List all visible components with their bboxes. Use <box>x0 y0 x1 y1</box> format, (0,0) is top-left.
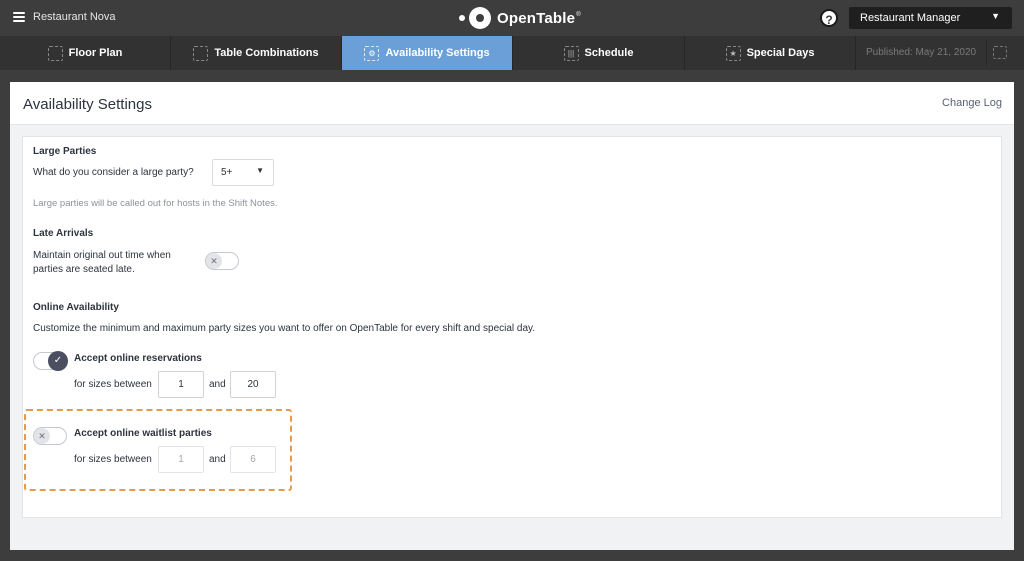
page-header: Availability Settings Change Log <box>10 82 1014 125</box>
tab-label: Table Combinations <box>214 47 319 59</box>
top-bar: Restaurant Nova OpenTable ® ? Restaurant… <box>0 0 1024 36</box>
table-combinations-icon <box>193 45 209 61</box>
schedule-icon: ||| <box>563 45 579 61</box>
large-party-hint: Large parties will be called out for hos… <box>33 198 278 209</box>
published-date: Published: May 21, 2020 <box>866 47 977 58</box>
online-waitlist-label: Accept online waitlist parties <box>74 428 212 439</box>
online-waitlist-toggle[interactable]: ✕ <box>33 427 67 445</box>
waitlist-max-input[interactable]: 6 <box>230 446 276 473</box>
restaurant-name: Restaurant Nova <box>33 11 116 23</box>
large-party-select[interactable]: 5+ ▼ <box>212 159 274 186</box>
tab-label: Special Days <box>746 47 815 59</box>
opentable-logo: OpenTable ® <box>459 7 581 29</box>
large-party-question: What do you consider a large party? <box>33 167 194 178</box>
online-availability-description: Customize the minimum and maximum party … <box>33 323 536 334</box>
change-log-link[interactable]: Change Log <box>942 97 1002 109</box>
availability-settings-icon: ⚙ <box>364 45 380 61</box>
large-parties-title: Large Parties <box>33 146 97 157</box>
publish-icon <box>993 46 1007 59</box>
waitlist-sizes-label: for sizes between <box>74 454 152 465</box>
reservations-max-input[interactable]: 20 <box>230 371 276 398</box>
logo-trademark: ® <box>576 12 581 18</box>
settings-card: Large Parties What do you consider a lar… <box>22 136 1002 518</box>
online-availability-title: Online Availability <box>33 302 119 313</box>
floor-plan-icon <box>47 45 63 61</box>
tab-floor-plan[interactable]: Floor Plan <box>0 36 171 70</box>
waitlist-and-label: and <box>209 454 226 465</box>
reservations-min-input[interactable]: 1 <box>158 371 204 398</box>
late-arrivals-toggle[interactable]: ✕ <box>205 252 239 270</box>
online-reservations-toggle[interactable]: ✓ <box>33 351 68 371</box>
tab-table-combinations[interactable]: Table Combinations <box>171 36 342 70</box>
chevron-down-icon: ▼ <box>991 11 1000 21</box>
page-content: Availability Settings Change Log Large P… <box>10 82 1014 550</box>
close-icon: ✕ <box>34 428 50 444</box>
role-select-value: Restaurant Manager <box>860 12 961 24</box>
reservations-sizes-label: for sizes between <box>74 379 152 390</box>
chevron-down-icon: ▼ <box>256 166 264 175</box>
large-party-value: 5+ <box>221 167 233 178</box>
late-arrivals-line1: Maintain original out time when <box>33 250 171 261</box>
tab-label: Schedule <box>584 47 634 59</box>
reservations-and-label: and <box>209 379 226 390</box>
help-icon[interactable]: ? <box>820 9 838 27</box>
publish-button[interactable] <box>986 40 1012 66</box>
logo-dot-icon <box>459 15 465 21</box>
role-select[interactable]: Restaurant Manager ▼ <box>849 7 1012 29</box>
special-days-icon: ★ <box>725 45 741 61</box>
logo-text: OpenTable <box>497 9 576 27</box>
late-arrivals-title: Late Arrivals <box>33 228 94 239</box>
tab-availability-settings[interactable]: ⚙ Availability Settings <box>342 36 513 70</box>
close-icon: ✕ <box>206 253 222 269</box>
tab-special-days[interactable]: ★ Special Days <box>685 36 856 70</box>
waitlist-min-input[interactable]: 1 <box>158 446 204 473</box>
page-title: Availability Settings <box>23 96 152 113</box>
logo-ring-icon <box>469 7 491 29</box>
online-reservations-label: Accept online reservations <box>74 353 202 364</box>
tab-label: Availability Settings <box>385 47 490 59</box>
tab-schedule[interactable]: ||| Schedule <box>513 36 685 70</box>
tab-label: Floor Plan <box>68 47 123 59</box>
late-arrivals-line2: parties are seated late. <box>33 264 135 275</box>
menu-icon[interactable] <box>13 12 25 22</box>
check-icon: ✓ <box>48 351 68 371</box>
